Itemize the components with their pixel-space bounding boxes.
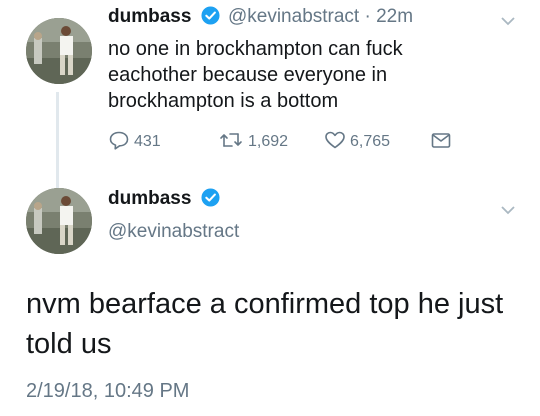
chevron-down-icon[interactable] xyxy=(500,203,516,221)
separator-dot: · xyxy=(364,6,371,27)
display-name[interactable]: dumbass xyxy=(108,6,191,27)
direct-message-button[interactable] xyxy=(430,131,456,153)
tweet-header: dumbass xyxy=(108,188,223,213)
reply-count: 431 xyxy=(134,133,161,150)
reply-button[interactable]: 431 xyxy=(108,131,161,153)
retweet-icon xyxy=(218,130,248,155)
chevron-down-icon[interactable] xyxy=(500,14,516,32)
handle[interactable]: @kevinabstract xyxy=(228,6,359,27)
retweet-button[interactable]: 1,692 xyxy=(218,131,288,153)
tweet-text: nvm bearface a confirmed top he just tol… xyxy=(26,284,516,364)
handle[interactable]: @kevinabstract xyxy=(108,221,239,243)
tweet-header: dumbass @kevinabstract · 22m xyxy=(108,6,413,31)
avatar[interactable] xyxy=(26,188,92,254)
heart-icon xyxy=(324,130,350,155)
tweet-text-line: told us xyxy=(26,328,112,360)
tweet-timestamp[interactable]: 2/19/18, 10:49 PM xyxy=(26,380,189,403)
retweet-count: 1,692 xyxy=(248,133,289,150)
reply-icon xyxy=(108,130,134,155)
tweet-text-line: no one in brockhampton can fuck xyxy=(108,38,403,60)
tweet-text-line: nvm bearface a confirmed top he just xyxy=(26,288,504,320)
verified-badge-icon xyxy=(201,188,220,213)
avatar[interactable] xyxy=(26,18,92,84)
like-count: 6,765 xyxy=(350,133,391,150)
tweet-text-line: eachother because everyone in xyxy=(108,64,388,86)
display-name[interactable]: dumbass xyxy=(108,188,191,209)
envelope-icon xyxy=(430,130,456,155)
relative-time[interactable]: 22m xyxy=(376,6,413,27)
tweet-actions: 431 1,692 6,765 xyxy=(108,131,468,153)
tweet-text: no one in brockhampton can fuck eachothe… xyxy=(108,36,488,114)
thread-connector-line xyxy=(56,92,59,188)
verified-badge-icon xyxy=(201,6,220,31)
like-button[interactable]: 6,765 xyxy=(324,131,390,153)
tweet-text-line: brockhampton is a bottom xyxy=(108,90,339,112)
